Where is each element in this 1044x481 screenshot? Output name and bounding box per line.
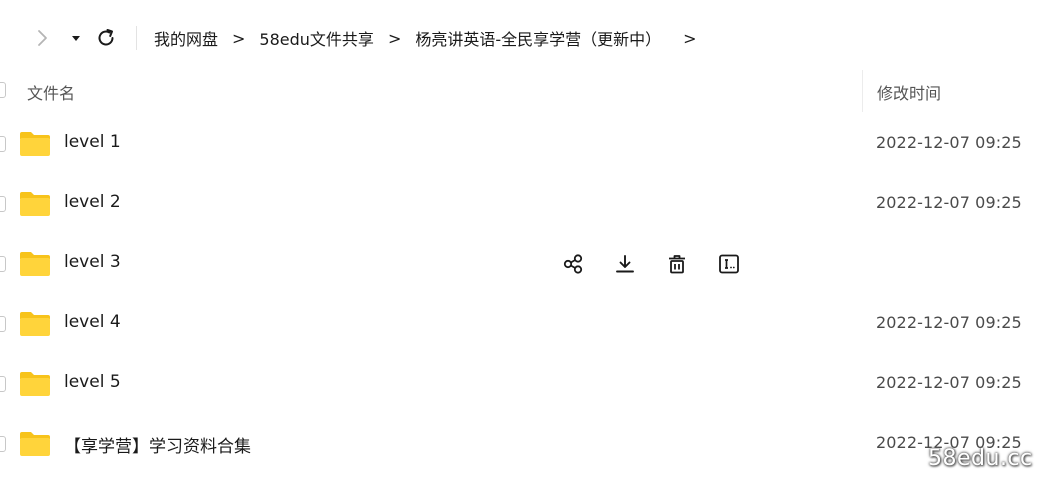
nav-divider	[136, 26, 137, 50]
download-button[interactable]	[612, 251, 638, 277]
share-icon	[563, 254, 583, 274]
rename-button[interactable]	[716, 251, 742, 277]
column-header-modified[interactable]: 修改时间	[877, 80, 941, 104]
rename-icon	[719, 254, 739, 274]
row-checkbox[interactable]	[0, 376, 6, 392]
column-header-name[interactable]: 文件名	[27, 80, 75, 104]
row-checkbox[interactable]	[0, 196, 6, 212]
refresh-button[interactable]	[94, 26, 118, 50]
delete-button[interactable]	[664, 251, 690, 277]
folder-icon	[20, 252, 50, 276]
breadcrumb-item-root[interactable]: 我的网盘	[154, 26, 218, 50]
folder-icon	[20, 312, 50, 336]
row-checkbox[interactable]	[0, 316, 6, 332]
history-dropdown-button[interactable]	[64, 26, 88, 50]
breadcrumb-separator: >	[387, 28, 402, 48]
select-all-checkbox[interactable]	[0, 82, 6, 98]
table-row[interactable]: level 4 2022-12-07 09:25	[0, 294, 1044, 354]
delete-icon	[669, 255, 685, 274]
column-divider[interactable]	[862, 70, 863, 112]
file-name[interactable]: level 2	[64, 192, 121, 212]
chevron-right-icon	[38, 30, 47, 46]
table-row[interactable]: level 2 2022-12-07 09:25	[0, 174, 1044, 234]
row-actions	[560, 251, 768, 277]
table-row[interactable]: level 3	[0, 234, 1044, 294]
file-name[interactable]: level 4	[64, 312, 121, 332]
download-icon	[616, 255, 634, 273]
refresh-icon	[98, 29, 114, 46]
folder-icon	[20, 432, 50, 456]
table-row[interactable]: 【享学营】学习资料合集 2022-12-07 09:25	[0, 414, 1044, 474]
file-name[interactable]: 【享学营】学习资料合集	[64, 432, 251, 457]
breadcrumb: 我的网盘 > 58edu文件共享 > 杨亮讲英语-全民享学营（更新中） >	[154, 18, 711, 58]
forward-button[interactable]	[30, 26, 54, 50]
row-checkbox[interactable]	[0, 136, 6, 152]
row-checkbox[interactable]	[0, 436, 6, 452]
modified-time: 2022-12-07 09:25	[876, 193, 1022, 212]
folder-icon	[20, 132, 50, 156]
file-name[interactable]: level 5	[64, 372, 121, 392]
breadcrumb-separator[interactable]: >	[683, 29, 696, 48]
breadcrumb-item-current[interactable]: 杨亮讲英语-全民享学营（更新中）	[415, 26, 661, 50]
table-row[interactable]: level 1 2022-12-07 09:25	[0, 114, 1044, 174]
row-checkbox[interactable]	[0, 256, 6, 272]
watermark: 58edu.cc	[928, 446, 1033, 471]
file-name[interactable]: level 1	[64, 132, 121, 152]
folder-icon	[20, 372, 50, 396]
modified-time: 2022-12-07 09:25	[876, 373, 1022, 392]
file-name[interactable]: level 3	[64, 252, 121, 272]
modified-time: 2022-12-07 09:25	[876, 313, 1022, 332]
caret-down-icon	[72, 36, 80, 41]
modified-time: 2022-12-07 09:25	[876, 133, 1022, 152]
folder-icon	[20, 192, 50, 216]
table-row[interactable]: level 5 2022-12-07 09:25	[0, 354, 1044, 414]
navigation-bar: 我的网盘 > 58edu文件共享 > 杨亮讲英语-全民享学营（更新中） >	[0, 18, 1044, 58]
breadcrumb-item-shared[interactable]: 58edu文件共享	[259, 26, 374, 50]
share-button[interactable]	[560, 251, 586, 277]
column-header: 文件名 修改时间	[0, 68, 1044, 112]
file-list: level 1 2022-12-07 09:25 level 2 2022-12…	[0, 114, 1044, 474]
breadcrumb-separator: >	[232, 28, 246, 48]
